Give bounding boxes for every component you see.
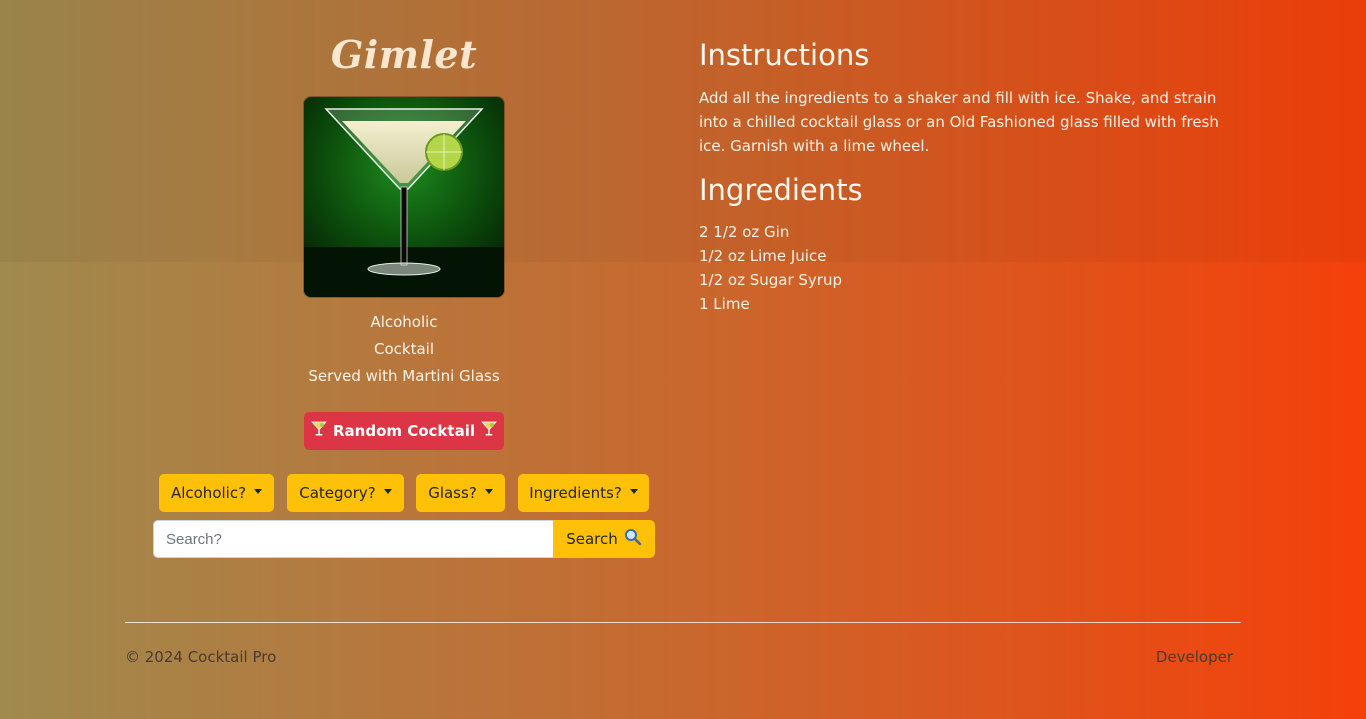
footer-copyright: © 2024 Cocktail Pro [125,648,277,666]
instructions-text: Add all the ingredients to a shaker and … [699,89,1219,155]
alcoholic-filter-dropdown[interactable]: Alcoholic? [159,474,274,512]
ingredient-item: 1 Lime [699,295,750,313]
search-input[interactable] [153,520,553,558]
martini-photo-illustration [304,97,504,297]
alcoholic-filter-label: Alcoholic? [170,484,247,502]
ingredients-filter-label: Ingredients? [529,484,622,502]
ingredients-filter-dropdown[interactable]: Ingredients? [518,474,649,512]
instructions-heading: Instructions [699,38,870,72]
caret-down-icon [254,488,263,494]
ingredients-list: 2 1/2 oz Gin 1/2 oz Lime Juice 1/2 oz Su… [699,220,842,316]
drink-category: Cocktail [374,340,434,358]
category-filter-dropdown[interactable]: Category? [287,474,404,512]
ingredient-item: 1/2 oz Lime Juice [699,247,827,265]
drink-alcoholic-type: Alcoholic [370,313,438,331]
drink-title: Gimlet [330,32,478,77]
random-cocktail-button[interactable]: Random Cocktail [304,412,504,450]
developer-link[interactable]: Developer [1120,648,1233,666]
cocktail-glass-icon [481,421,497,441]
cocktail-glass-icon [311,421,327,441]
magnifier-icon [624,528,642,550]
caret-down-icon [629,488,638,494]
search-button-label: Search [566,530,618,548]
random-cocktail-label: Random Cocktail [332,422,475,440]
drink-glass: Served with Martini Glass [308,367,500,385]
category-filter-label: Category? [299,484,376,502]
glass-filter-label: Glass? [428,484,477,502]
ingredients-heading: Ingredients [699,173,863,207]
glass-filter-dropdown[interactable]: Glass? [416,474,505,512]
search-button[interactable]: Search [553,520,655,558]
caret-down-icon [484,488,493,494]
ingredient-item: 1/2 oz Sugar Syrup [699,271,842,289]
drink-photo [304,97,504,297]
ingredient-item: 2 1/2 oz Gin [699,223,790,241]
caret-down-icon [383,488,392,494]
footer-divider [125,622,1241,623]
